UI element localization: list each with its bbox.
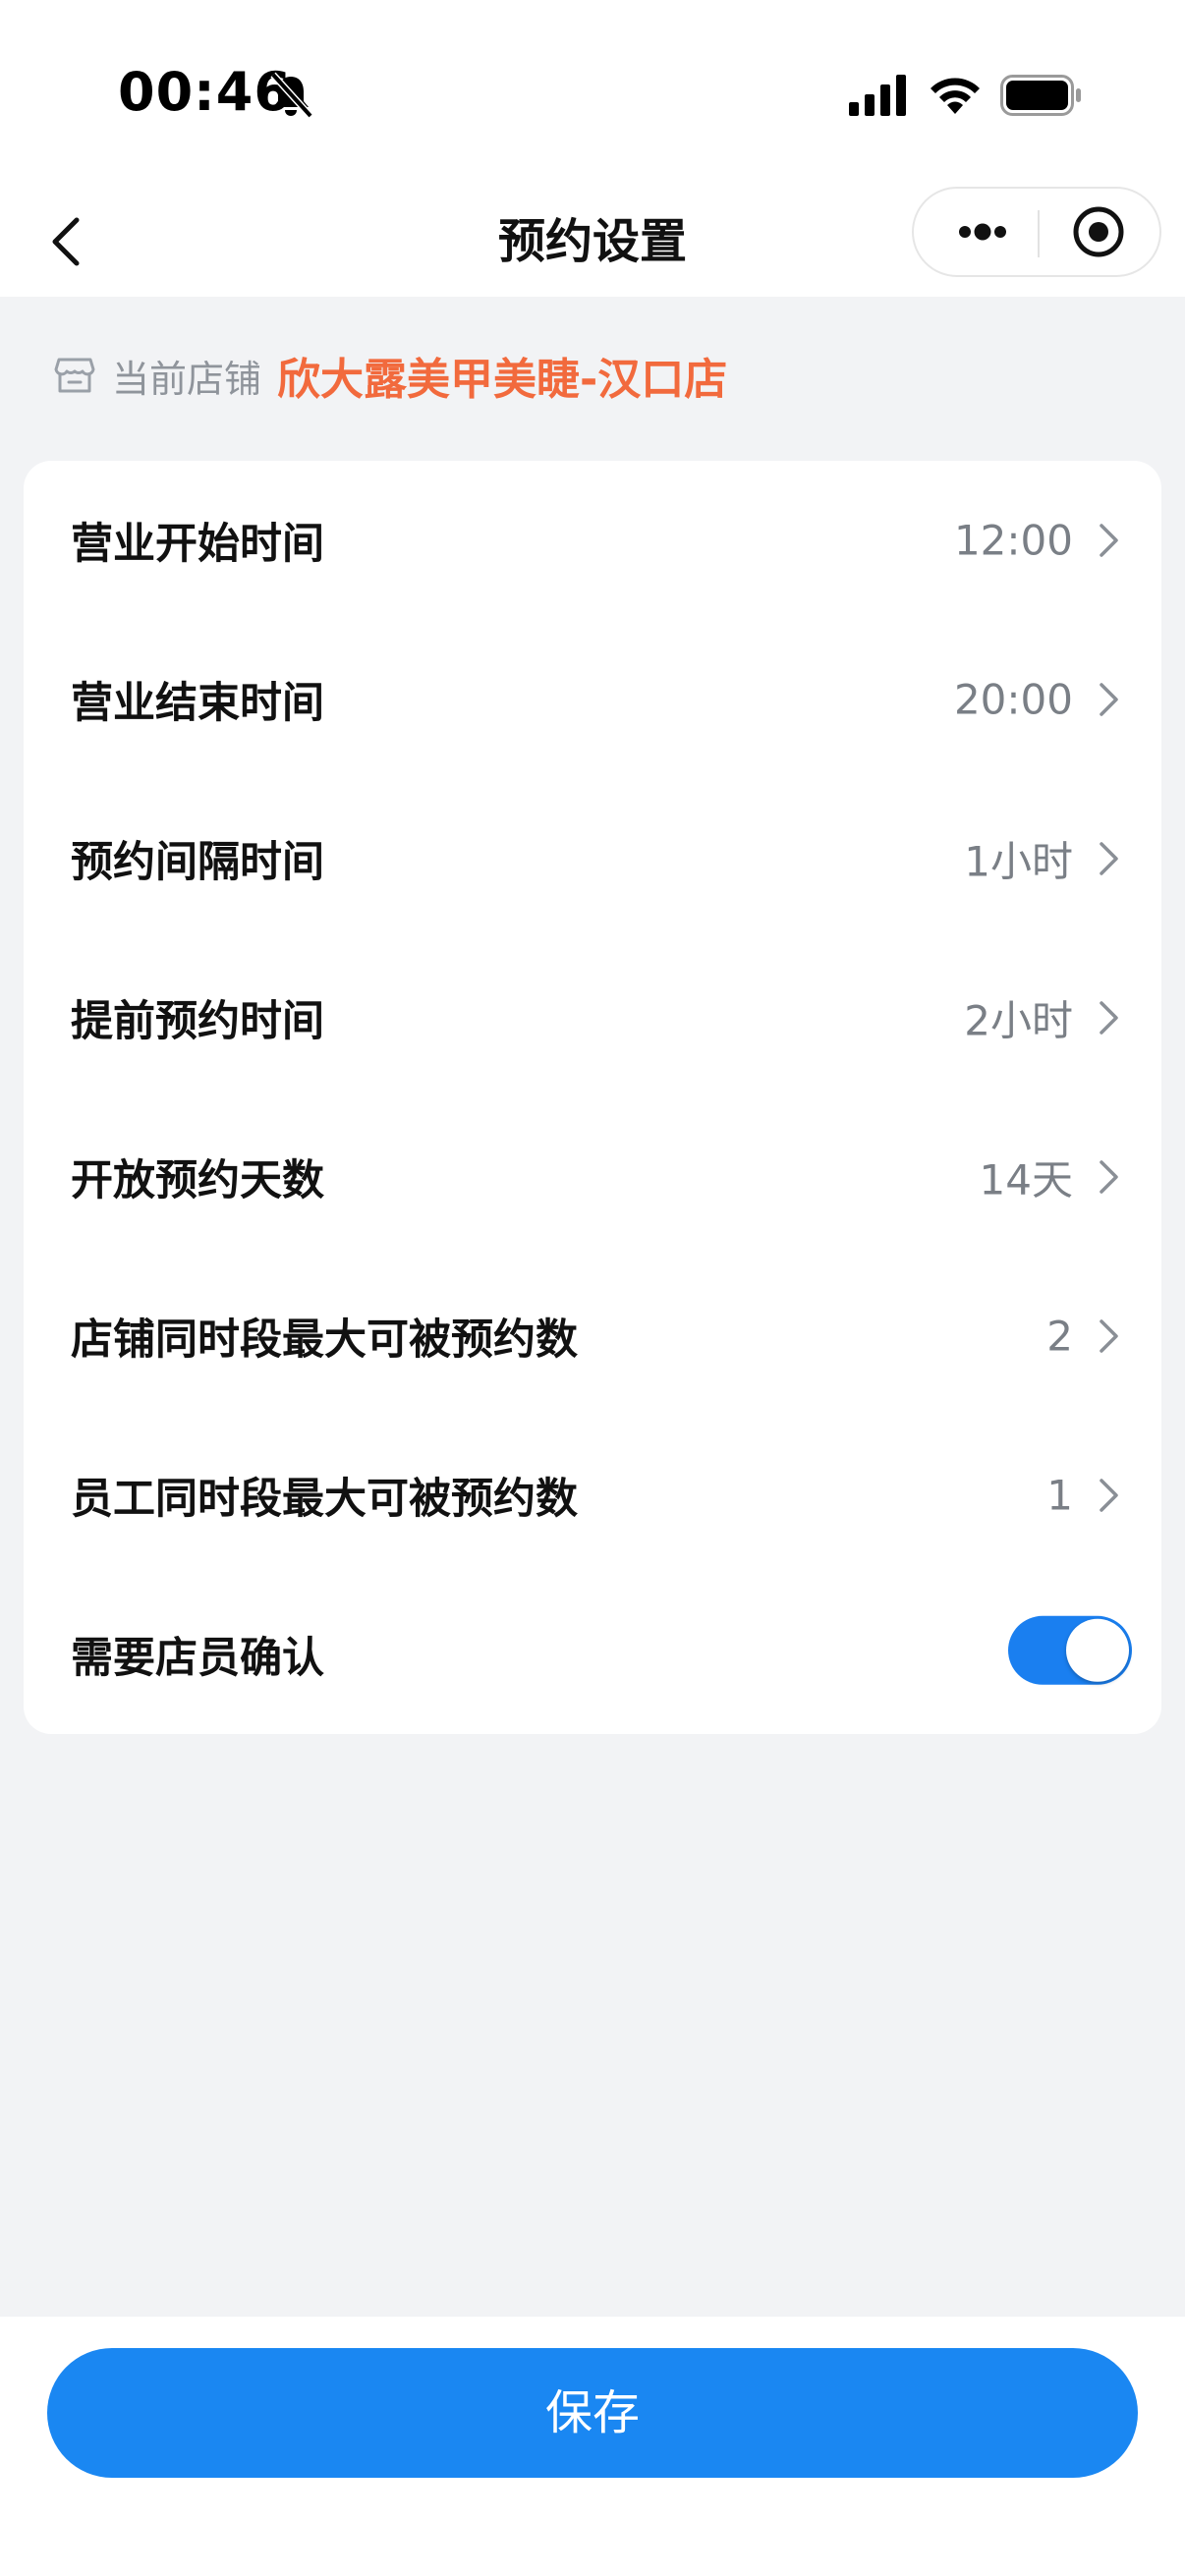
setting-value: 14天 bbox=[979, 1155, 1073, 1204]
staff-confirm-toggle[interactable] bbox=[1008, 1615, 1132, 1685]
toggle-knob bbox=[1066, 1618, 1129, 1682]
bottom-bar: 保存 bbox=[0, 2317, 1185, 2576]
setting-row-interval[interactable]: 预约间隔时间 1小时 bbox=[24, 779, 1161, 938]
store-icon bbox=[54, 358, 95, 393]
current-store: 当前店铺 欣大露美甲美睫-汉口店 bbox=[53, 344, 727, 407]
nav-bar: 预约设置 bbox=[0, 187, 1185, 297]
chevron-right-icon bbox=[1100, 842, 1118, 875]
setting-value: 20:00 bbox=[953, 675, 1073, 724]
chevron-right-icon bbox=[1100, 1479, 1118, 1512]
setting-label: 营业结束时间 bbox=[71, 679, 324, 728]
chevron-right-icon bbox=[1100, 683, 1118, 716]
chevron-right-icon bbox=[1100, 1160, 1118, 1194]
target-circle-icon[interactable] bbox=[1049, 195, 1148, 269]
capsule-divider bbox=[1038, 210, 1040, 257]
save-button[interactable]: 保存 bbox=[47, 2348, 1138, 2478]
setting-value: 12:00 bbox=[953, 516, 1073, 565]
setting-row-close-time[interactable]: 营业结束时间 20:00 bbox=[24, 620, 1161, 779]
setting-row-staff-confirm: 需要店员确认 bbox=[24, 1575, 1161, 1734]
battery-icon bbox=[1000, 75, 1081, 116]
miniapp-capsule bbox=[912, 187, 1161, 277]
setting-row-open-days[interactable]: 开放预约天数 14天 bbox=[24, 1097, 1161, 1257]
setting-row-store-max-bookings[interactable]: 店铺同时段最大可被预约数 2 bbox=[24, 1257, 1161, 1416]
wifi-icon bbox=[931, 78, 980, 114]
setting-label: 开放预约天数 bbox=[71, 1156, 324, 1205]
setting-label: 店铺同时段最大可被预约数 bbox=[71, 1316, 578, 1365]
chevron-right-icon bbox=[1100, 1001, 1118, 1035]
setting-label: 需要店员确认 bbox=[71, 1634, 324, 1683]
settings-card: 营业开始时间 12:00 营业结束时间 20:00 预约间隔时间 1小时 提前预… bbox=[24, 461, 1161, 1734]
ellipsis-icon[interactable] bbox=[933, 195, 1032, 269]
setting-label: 提前预约时间 bbox=[71, 997, 324, 1046]
setting-row-open-time[interactable]: 营业开始时间 12:00 bbox=[24, 461, 1161, 620]
chevron-right-icon bbox=[1100, 1319, 1118, 1353]
setting-label: 员工同时段最大可被预约数 bbox=[71, 1475, 578, 1524]
setting-value: 2小时 bbox=[964, 996, 1073, 1045]
store-label: 当前店铺 bbox=[112, 357, 262, 401]
setting-row-advance-time[interactable]: 提前预约时间 2小时 bbox=[24, 938, 1161, 1097]
status-bar: 00:46 bbox=[0, 0, 1185, 187]
bell-slash-icon bbox=[270, 72, 313, 119]
setting-label: 营业开始时间 bbox=[71, 520, 324, 569]
setting-value: 1 bbox=[1046, 1471, 1073, 1520]
store-name: 欣大露美甲美睫-汉口店 bbox=[277, 355, 728, 405]
setting-value: 1小时 bbox=[964, 837, 1073, 886]
setting-value: 2 bbox=[1046, 1312, 1073, 1361]
chevron-right-icon bbox=[1100, 524, 1118, 557]
status-time: 00:46 bbox=[118, 61, 292, 123]
setting-row-staff-max-bookings[interactable]: 员工同时段最大可被预约数 1 bbox=[24, 1416, 1161, 1575]
setting-label: 预约间隔时间 bbox=[71, 838, 324, 887]
signal-icon bbox=[849, 75, 906, 116]
